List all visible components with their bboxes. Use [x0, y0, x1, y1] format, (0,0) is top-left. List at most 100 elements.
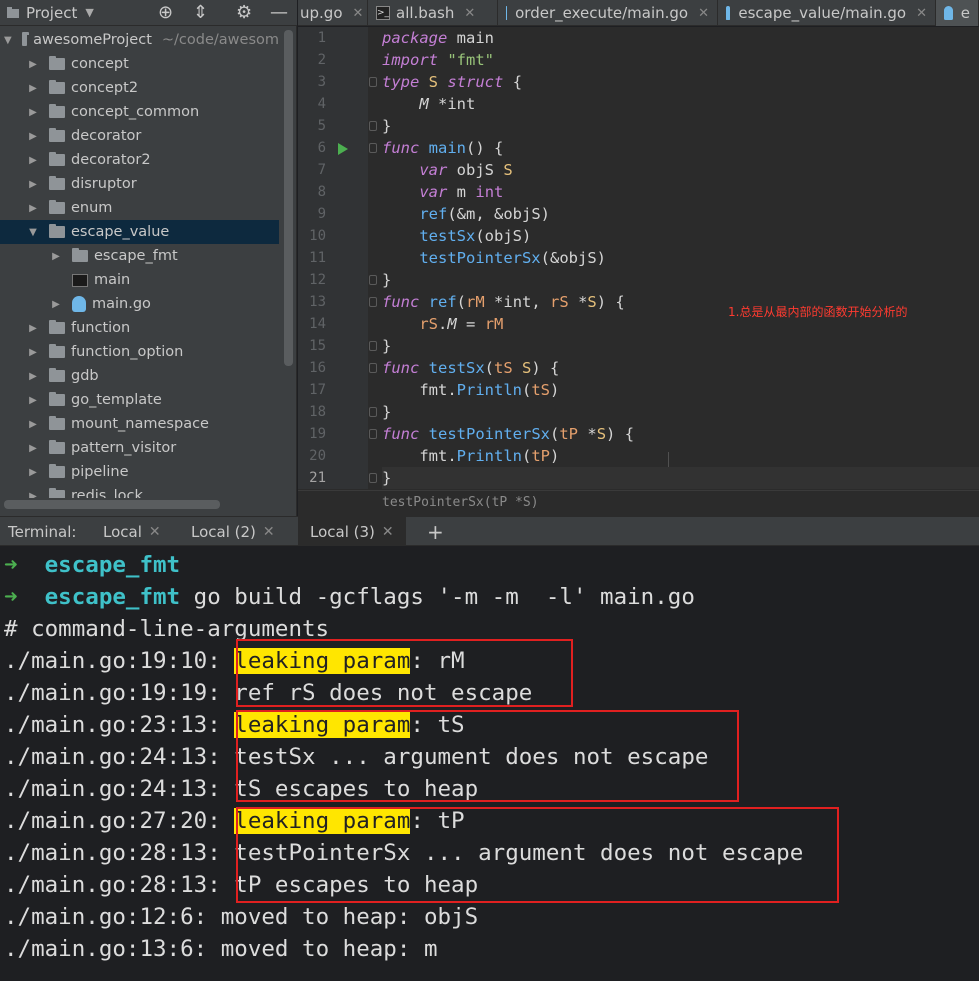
close-icon[interactable]: ✕ — [263, 524, 275, 540]
collapse-arrow-icon[interactable]: ▶ — [27, 491, 39, 499]
collapse-arrow-icon[interactable]: ▶ — [27, 59, 39, 70]
tree-item[interactable]: ▶ function — [0, 316, 279, 340]
project-panel-title[interactable]: Project — [26, 4, 77, 22]
new-terminal-button[interactable]: + — [427, 517, 444, 546]
terminal-prompt-line: ➜ escape_fmt — [4, 549, 180, 581]
close-icon[interactable]: ✕ — [916, 6, 927, 21]
collapse-arrow-icon[interactable]: ▶ — [27, 179, 39, 190]
code-line: package main — [382, 29, 494, 47]
tree-item-label: decorator2 — [71, 152, 151, 168]
chevron-down-icon[interactable]: ▼ — [85, 6, 93, 19]
collapse-arrow-icon[interactable]: ▶ — [27, 395, 39, 406]
expand-arrow-icon[interactable]: ▼ — [27, 227, 39, 238]
crosshair-icon[interactable]: ⊕ — [158, 0, 173, 26]
fold-marker-icon[interactable] — [369, 341, 377, 351]
fold-marker-icon[interactable] — [369, 473, 377, 483]
code-line: func testSx(tS S) { — [382, 359, 560, 377]
tree-item-path: ~/code/awesom — [161, 32, 279, 48]
tree-item[interactable]: ▶ enum — [0, 196, 279, 220]
tree-item[interactable]: ▶ decorator — [0, 124, 279, 148]
expand-arrow-icon[interactable]: ▼ — [4, 35, 12, 46]
tree-item[interactable]: ▶ mount_namespace — [0, 412, 279, 436]
tree-item[interactable]: ▶ pattern_visitor — [0, 436, 279, 460]
folder-icon — [49, 440, 65, 454]
editor-tab-up-go[interactable]: up.go ✕ — [292, 0, 368, 26]
fold-marker-icon[interactable] — [369, 275, 377, 285]
tree-item[interactable]: ▶ redis_lock — [0, 484, 279, 498]
editor-breadcrumb[interactable]: testPointerSx(tP *S) — [298, 490, 979, 516]
tree-item[interactable]: ▶ pipeline — [0, 460, 279, 484]
tree-item[interactable]: ▶ concept2 — [0, 76, 279, 100]
tree-item[interactable]: ▶ concept — [0, 52, 279, 76]
code-editor[interactable]: 1 2 3 4 5 6 7 8 9 10 11 12 13 14 15 16 17 18 19 20 21 packag… — [298, 27, 979, 516]
code-line: ref(&m, &objS) — [419, 205, 550, 223]
close-icon[interactable]: ✕ — [353, 6, 364, 21]
collapse-arrow-icon[interactable]: ▶ — [50, 299, 62, 310]
fold-marker-icon[interactable] — [369, 77, 377, 87]
line-number: 3 — [317, 74, 326, 90]
tree-item[interactable]: ▶ main.go — [0, 292, 279, 316]
close-icon[interactable]: ✕ — [698, 6, 709, 21]
collapse-all-icon[interactable]: ⇕ — [193, 0, 208, 26]
tree-item[interactable]: ▶ decorator2 — [0, 148, 279, 172]
line-number: 15 — [309, 338, 326, 354]
collapse-arrow-icon[interactable]: ▶ — [27, 203, 39, 214]
gear-icon[interactable]: ⚙ — [236, 0, 252, 26]
collapse-arrow-icon[interactable]: ▶ — [50, 251, 62, 262]
collapse-arrow-icon[interactable]: ▶ — [27, 323, 39, 334]
tree-item[interactable]: ▶ gdb — [0, 364, 279, 388]
line-number: 1 — [317, 30, 326, 46]
close-icon[interactable]: ✕ — [464, 6, 475, 21]
tree-item[interactable]: ▶ go_template — [0, 388, 279, 412]
terminal-tab-local-3[interactable]: Local (3) ✕ — [298, 517, 406, 546]
code-line: func testPointerSx(tP *S) { — [382, 425, 635, 443]
line-number: 8 — [317, 184, 326, 200]
collapse-arrow-icon[interactable]: ▶ — [27, 371, 39, 382]
fold-marker-icon[interactable] — [369, 407, 377, 417]
tree-item[interactable]: ▶ concept_common — [0, 100, 279, 124]
terminal-output[interactable]: ➜ escape_fmt ➜ escape_fmt go build -gcfl… — [0, 546, 979, 981]
code-line: var objS S — [419, 161, 513, 179]
editor-tab-order-execute[interactable]: order_execute/main.go ✕ — [498, 0, 718, 26]
run-icon[interactable] — [338, 143, 348, 155]
collapse-arrow-icon[interactable]: ▶ — [27, 155, 39, 166]
collapse-arrow-icon[interactable]: ▶ — [27, 83, 39, 94]
fold-marker-icon[interactable] — [369, 363, 377, 373]
collapse-arrow-icon[interactable]: ▶ — [27, 419, 39, 430]
tree-vertical-scrollbar[interactable] — [284, 30, 293, 366]
tree-item[interactable]: ▶ escape_fmt — [0, 244, 279, 268]
tree-item[interactable]: ▼ escape_value — [0, 220, 279, 244]
collapse-arrow-icon[interactable]: ▶ — [27, 107, 39, 118]
code-line-current: } — [382, 467, 979, 489]
fold-marker-icon[interactable] — [369, 121, 377, 131]
collapse-arrow-icon[interactable]: ▶ — [27, 131, 39, 142]
terminal-tab-local[interactable]: Local ✕ — [103, 517, 161, 546]
tree-item-label: main.go — [92, 296, 151, 312]
tree-item[interactable]: ▼ awesomeProject ~/code/awesom — [0, 28, 279, 52]
collapse-arrow-icon[interactable]: ▶ — [27, 443, 39, 454]
tree-item-label: concept — [71, 56, 129, 72]
editor-tab-all-bash[interactable]: >_ all.bash ✕ — [368, 0, 498, 26]
folder-icon — [49, 392, 65, 406]
plus-icon: + — [427, 519, 444, 544]
fold-marker-icon[interactable] — [369, 429, 377, 439]
fold-marker-icon[interactable] — [369, 297, 377, 307]
breadcrumb-function[interactable]: testPointerSx(tP *S) — [382, 495, 539, 510]
tree-item[interactable]: ▶ disruptor — [0, 172, 279, 196]
tree-horizontal-scrollbar[interactable] — [4, 500, 220, 509]
source-location: ./main.go:13:6: — [4, 936, 208, 962]
collapse-arrow-icon[interactable]: ▶ — [27, 467, 39, 478]
project-view-icon[interactable] — [6, 6, 20, 20]
tree-item[interactable]: main — [0, 268, 279, 292]
terminal-tab-local-2[interactable]: Local (2) ✕ — [191, 517, 275, 546]
close-icon[interactable]: ✕ — [382, 524, 394, 540]
hide-panel-icon[interactable]: — — [270, 0, 288, 26]
close-icon[interactable]: ✕ — [149, 524, 161, 540]
editor-tab-escape-value[interactable]: escape_value/main.go ✕ — [718, 0, 936, 26]
collapse-arrow-icon[interactable]: ▶ — [27, 347, 39, 358]
source-location: ./main.go:19:10: — [4, 648, 221, 674]
editor-tab-active[interactable]: e — [936, 0, 979, 26]
tree-item[interactable]: ▶ function_option — [0, 340, 279, 364]
fold-marker-icon[interactable] — [369, 143, 377, 153]
code-line: type S struct { — [382, 73, 523, 91]
